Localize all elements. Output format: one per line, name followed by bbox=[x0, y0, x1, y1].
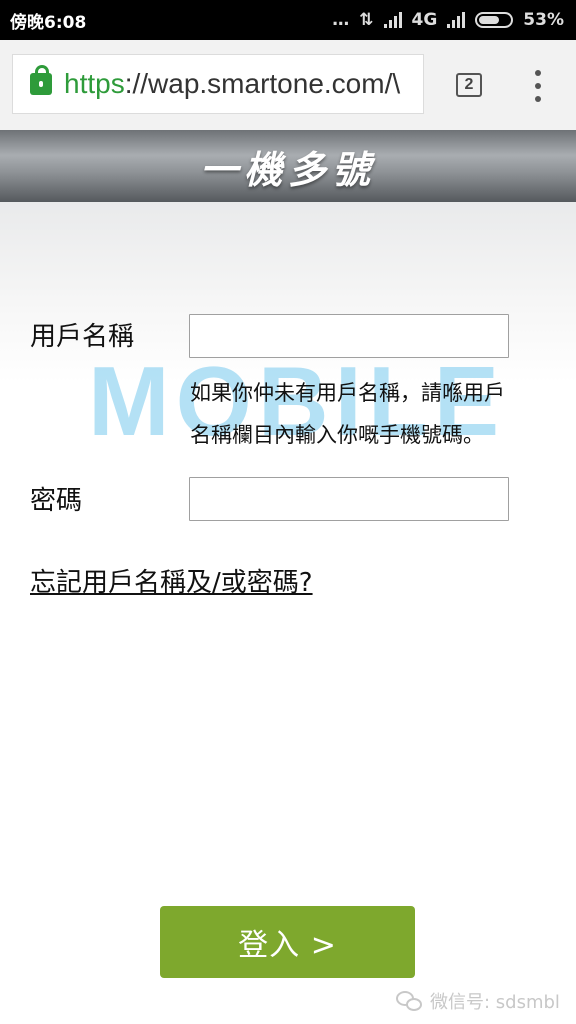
status-icons: … ⇅ 4G 53% bbox=[332, 10, 576, 30]
more-dots-icon: … bbox=[332, 10, 350, 30]
username-input[interactable] bbox=[189, 314, 509, 358]
forgot-credentials-link[interactable]: 忘記用戶名稱及/或密碼? bbox=[30, 562, 313, 599]
address-bar[interactable]: https://wap.smartone.com/\ bbox=[12, 54, 424, 114]
signal-icon bbox=[383, 12, 402, 28]
username-hint: 如果你仲未有用戶名稱，請喺用戶 名稱欄目內輸入你嘅手機號碼。 bbox=[190, 372, 550, 456]
login-button[interactable]: 登入 > bbox=[160, 906, 415, 978]
url-scheme: https bbox=[64, 68, 125, 99]
wechat-watermark: 微信号: sdsmbl bbox=[396, 988, 560, 1014]
battery-icon bbox=[475, 12, 514, 28]
tab-switcher-button[interactable]: 2 bbox=[456, 73, 482, 97]
password-label: 密碼 bbox=[30, 486, 83, 516]
battery-percent: 53% bbox=[523, 10, 564, 30]
url-path: ://wap.smartone.com/\ bbox=[124, 68, 401, 99]
username-label: 用戶名稱 bbox=[30, 322, 135, 352]
data-transfer-icon: ⇅ bbox=[359, 10, 374, 30]
page-header: 一機多號 bbox=[0, 130, 576, 202]
url-text[interactable]: https://wap.smartone.com/\ bbox=[64, 68, 400, 100]
wechat-icon bbox=[396, 991, 422, 1011]
page-title: 一機多號 bbox=[199, 147, 376, 192]
lock-icon[interactable] bbox=[30, 65, 52, 95]
network-type: 4G bbox=[411, 10, 438, 30]
status-time: 傍晚6:08 bbox=[10, 12, 87, 33]
status-bar: 傍晚6:08 … ⇅ 4G 53% bbox=[0, 0, 576, 40]
browser-toolbar: https://wap.smartone.com/\ 2 bbox=[0, 40, 576, 130]
password-input[interactable] bbox=[189, 477, 509, 521]
overflow-menu-icon[interactable] bbox=[530, 70, 546, 102]
wechat-id: 微信号: sdsmbl bbox=[430, 992, 560, 1013]
hint-line-1: 如果你仲未有用戶名稱，請喺用戶 bbox=[190, 381, 505, 405]
hint-line-2: 名稱欄目內輸入你嘅手機號碼。 bbox=[190, 423, 484, 447]
signal-icon-2 bbox=[447, 12, 466, 28]
